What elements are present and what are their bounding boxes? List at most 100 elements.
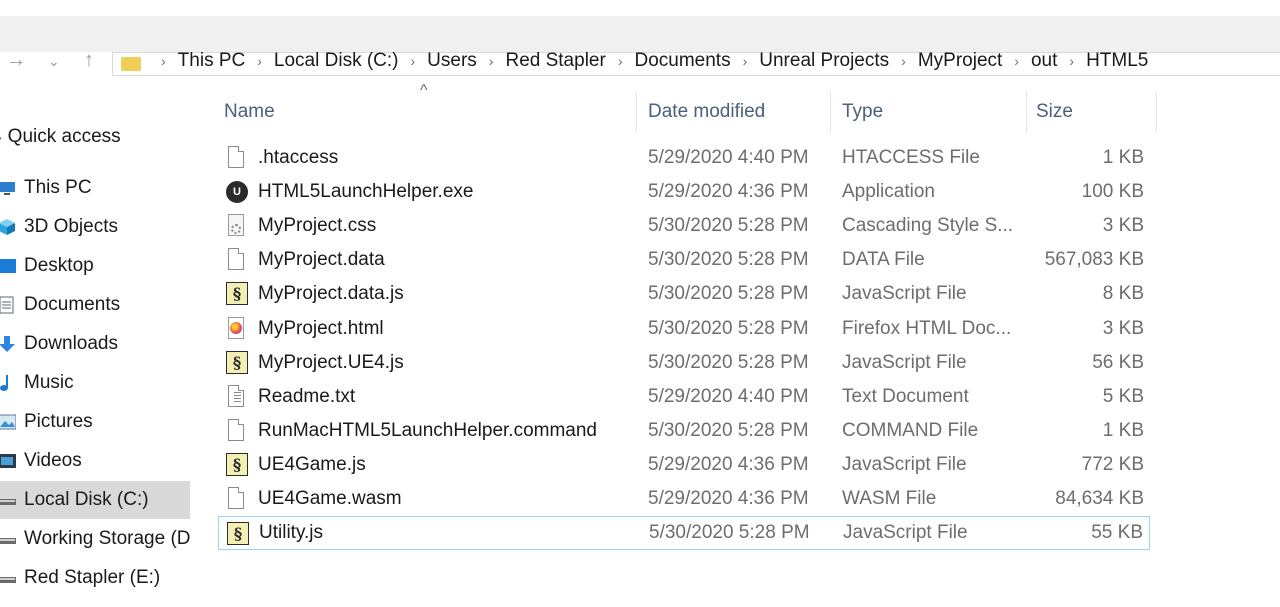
file-row[interactable]: § MyProject.UE4.js 5/30/2020 5:28 PM JavaSc… — [218, 346, 1150, 380]
column-date-modified[interactable]: Date modified — [648, 92, 765, 132]
sidebar-item-red-stapler-e[interactable]: Red Stapler (E:) — [0, 559, 190, 597]
breadcrumb-item[interactable]: Unreal Projects — [759, 52, 889, 71]
breadcrumb-item[interactable]: HTML5 — [1086, 52, 1148, 71]
column-divider[interactable] — [830, 92, 831, 132]
column-header: ^ Name Date modified Type Size — [218, 82, 1158, 132]
breadcrumb-separator-icon[interactable]: › — [411, 53, 416, 69]
drive-icon — [0, 530, 16, 548]
address-bar[interactable]: › This PC › Local Disk (C:) › Users › Red Stapl… — [112, 52, 1280, 76]
breadcrumb-item[interactable]: MyProject — [918, 52, 1002, 71]
sidebar-item-label: 3D Objects — [24, 216, 118, 237]
file-type: JavaScript File — [842, 283, 967, 304]
file-name: MyProject.css — [258, 215, 377, 236]
blank-file-icon — [226, 248, 248, 272]
column-name[interactable]: Name — [224, 92, 275, 132]
css-file-icon — [226, 214, 248, 238]
music-icon — [0, 374, 16, 392]
file-type: WASM File — [842, 488, 937, 509]
breadcrumb-separator-icon[interactable]: › — [257, 53, 262, 69]
drive-icon — [0, 491, 16, 509]
back-arrow-icon[interactable]: → — [6, 52, 26, 72]
breadcrumb-separator-icon[interactable]: › — [743, 53, 748, 69]
sidebar-item-label: Music — [24, 372, 74, 393]
column-size[interactable]: Size — [1036, 92, 1073, 132]
javascript-file-icon: § — [226, 453, 248, 477]
sidebar-item-working-storage-d[interactable]: Working Storage (D — [0, 520, 190, 558]
breadcrumb-item[interactable]: out — [1031, 52, 1057, 71]
breadcrumb-separator-icon[interactable]: › — [1069, 53, 1074, 69]
sort-ascending-icon: ^ — [420, 82, 428, 99]
blank-file-icon — [226, 419, 248, 443]
sidebar-item-label: Documents — [24, 294, 121, 315]
column-type[interactable]: Type — [842, 92, 883, 132]
sidebar-item-pictures[interactable]: Pictures — [0, 403, 190, 441]
file-name: RunMacHTML5LaunchHelper.command — [258, 420, 597, 441]
up-arrow-icon[interactable]: ↑ — [84, 52, 94, 72]
file-size: 567,083 KB — [1044, 249, 1144, 270]
breadcrumb-separator-icon[interactable]: › — [618, 53, 623, 69]
sidebar-item-downloads[interactable]: Downloads — [0, 325, 190, 363]
sidebar-item-quick-access[interactable]: › Quick access — [0, 118, 190, 156]
breadcrumb-item[interactable]: Local Disk (C:) — [274, 52, 399, 71]
file-date-modified: 5/29/2020 4:40 PM — [648, 147, 809, 168]
file-row[interactable]: § MyProject.data.js 5/30/2020 5:28 PM JavaS… — [218, 277, 1150, 311]
file-row[interactable]: U HTML5LaunchHelper.exe 5/29/2020 4:36 PM A… — [218, 175, 1150, 209]
file-row[interactable]: Readme.txt 5/29/2020 4:40 PM Text Document… — [218, 380, 1150, 414]
file-size: 3 KB — [1102, 318, 1144, 339]
file-row[interactable]: MyProject.data 5/30/2020 5:28 PM DATA File… — [218, 243, 1150, 277]
javascript-file-icon: § — [226, 351, 248, 375]
blank-file-icon — [226, 146, 248, 170]
expand-arrow-icon[interactable]: › — [0, 129, 2, 145]
sidebar-item-documents[interactable]: Documents — [0, 286, 190, 324]
file-date-modified: 5/30/2020 5:28 PM — [648, 352, 809, 373]
text-file-icon — [226, 385, 248, 409]
file-row[interactable]: § UE4Game.js 5/29/2020 4:36 PM JavaScript F… — [218, 448, 1150, 482]
sidebar-item-this-pc[interactable]: This PC — [0, 169, 190, 207]
breadcrumb-separator-icon[interactable]: › — [1014, 53, 1019, 69]
sidebar-item-desktop[interactable]: Desktop — [0, 247, 190, 285]
file-size: 8 KB — [1102, 283, 1144, 304]
file-name: MyProject.data — [258, 249, 385, 270]
column-divider[interactable] — [1156, 92, 1157, 132]
file-row[interactable]: MyProject.html 5/30/2020 5:28 PM Firefox H… — [218, 312, 1150, 346]
sidebar-item-local-disk-c[interactable]: Local Disk (C:) — [0, 481, 190, 519]
file-date-modified: 5/29/2020 4:36 PM — [648, 181, 809, 202]
breadcrumb-item[interactable]: This PC — [178, 52, 246, 71]
file-name: MyProject.data.js — [258, 283, 404, 304]
file-name: UE4Game.js — [258, 454, 366, 475]
file-row[interactable]: § Utility.js 5/30/2020 5:28 PM JavaScript F… — [218, 516, 1150, 550]
file-size: 1 KB — [1102, 147, 1144, 168]
javascript-file-icon: § — [226, 282, 248, 306]
file-name: Utility.js — [259, 522, 324, 543]
column-divider[interactable] — [1026, 92, 1027, 132]
file-type: COMMAND File — [842, 420, 979, 441]
computer-icon — [0, 179, 16, 197]
file-size: 1 KB — [1102, 420, 1144, 441]
sidebar-item-music[interactable]: Music — [0, 364, 190, 402]
file-row[interactable]: UE4Game.wasm 5/29/2020 4:36 PM WASM File 84… — [218, 482, 1150, 516]
file-row[interactable]: MyProject.css 5/30/2020 5:28 PM Cascading … — [218, 209, 1150, 243]
blank-file-icon — [226, 487, 248, 511]
breadcrumb-item[interactable]: Users — [427, 52, 477, 71]
recent-dropdown-icon[interactable]: ⌄ — [48, 53, 60, 70]
sidebar-item-3d-objects[interactable]: 3D Objects — [0, 208, 190, 246]
nav-buttons: → ⌄ ↑ — [0, 52, 112, 77]
file-name: MyProject.html — [258, 318, 384, 339]
file-row[interactable]: RunMacHTML5LaunchHelper.command 5/30/2020… — [218, 414, 1150, 448]
firefox-html-icon — [226, 317, 248, 341]
sidebar-item-label: Pictures — [24, 411, 93, 432]
column-divider[interactable] — [636, 92, 637, 132]
cube-icon — [0, 218, 16, 236]
breadcrumb-separator-icon[interactable]: › — [161, 53, 166, 69]
file-size: 3 KB — [1102, 215, 1144, 236]
file-type: Cascading Style S... — [842, 215, 1014, 236]
file-row[interactable]: .htaccess 5/29/2020 4:40 PM HTACCESS File 1… — [218, 141, 1150, 175]
breadcrumb-item[interactable]: Red Stapler — [505, 52, 605, 71]
sidebar-item-videos[interactable]: Videos — [0, 442, 190, 480]
breadcrumb-separator-icon[interactable]: › — [489, 53, 494, 69]
sidebar-item-label: Downloads — [24, 333, 118, 354]
breadcrumb-item[interactable]: Documents — [634, 52, 730, 71]
navigation-pane: › Quick access This PC 3D Objects Desktop Doc… — [0, 118, 200, 598]
breadcrumb-separator-icon[interactable]: › — [901, 53, 906, 69]
file-size: 5 KB — [1102, 386, 1144, 407]
